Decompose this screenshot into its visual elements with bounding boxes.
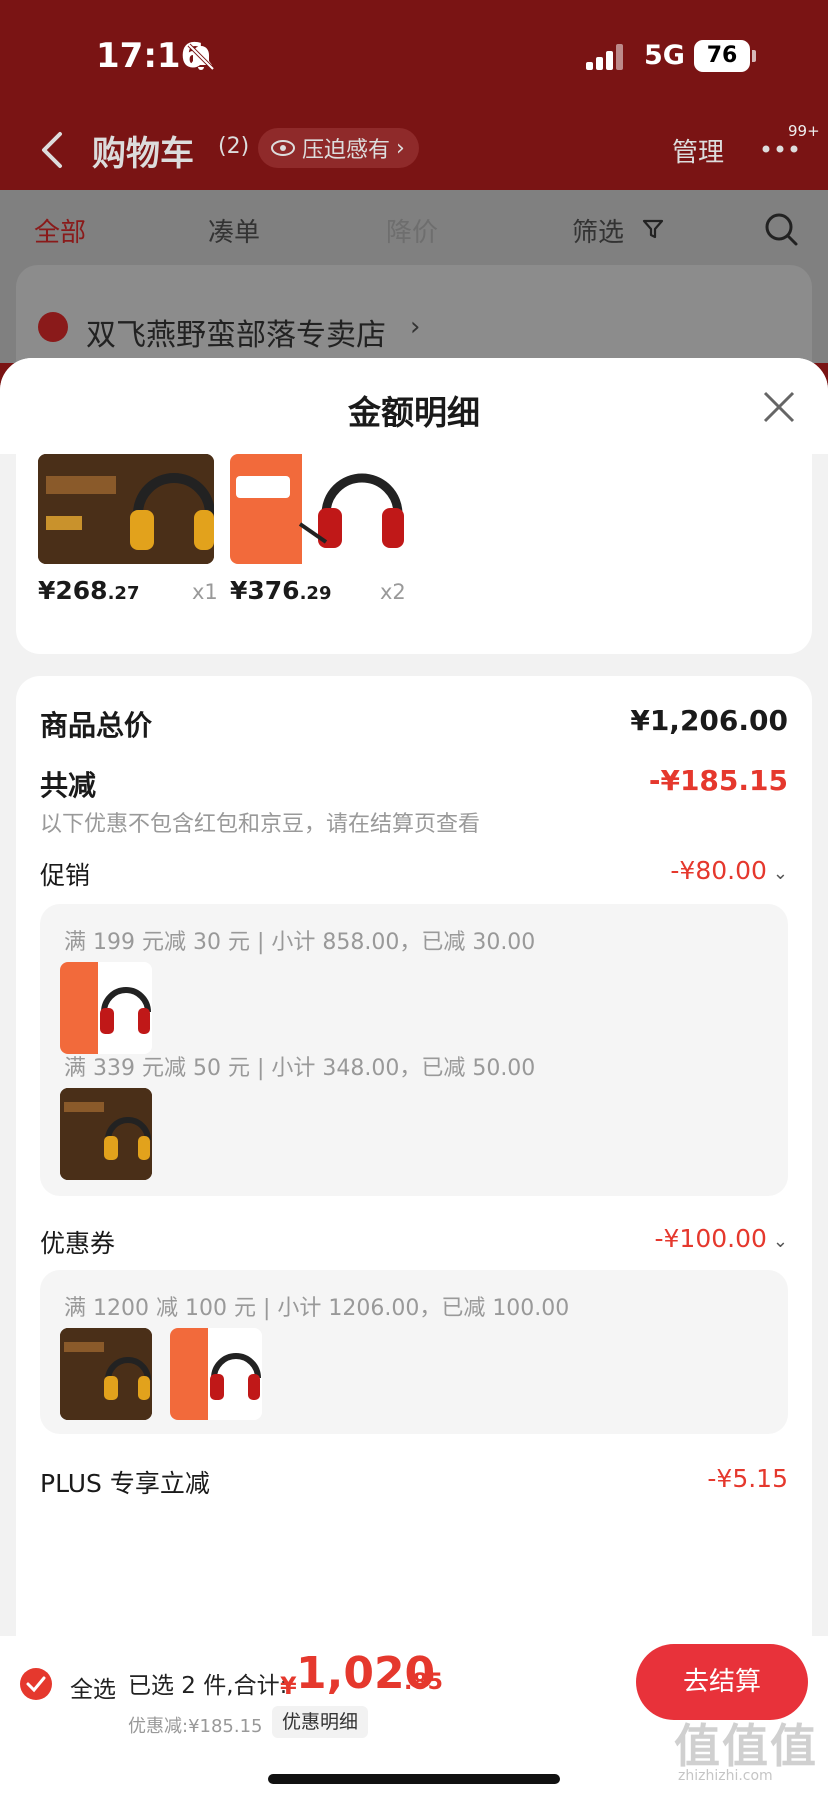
coupon-value: -¥100.00	[654, 1224, 767, 1253]
chevron-down-icon: ⌄	[772, 863, 788, 884]
pressure-toggle[interactable]: 压迫感有 ›	[258, 128, 419, 168]
cart-count: (2)	[218, 134, 250, 159]
sheet-header: 金额明细	[0, 358, 828, 454]
cart-header: 购物车 (2) 压迫感有 › 管理 99+	[0, 110, 828, 190]
select-all-check-icon[interactable]	[20, 1668, 52, 1700]
store-name[interactable]: 双飞燕野蛮部落专卖店	[86, 310, 386, 354]
promo-thumb-m595[interactable]	[60, 1088, 152, 1180]
amount-detail-card: 商品总价 ¥1,206.00 共减 -¥185.15 以下优惠不包含红包和京豆，…	[16, 676, 812, 1795]
item-price-int: ¥376	[230, 576, 300, 605]
tab-filter[interactable]: 筛选	[572, 212, 624, 249]
plus-value: -¥5.15	[707, 1464, 788, 1493]
goods-total-label: 商品总价	[40, 709, 153, 742]
items-strip: ¥268.27 x1 ¥376.29 x2	[16, 454, 812, 654]
checkout-button[interactable]: 去结算	[636, 1644, 808, 1720]
selected-summary: 已选 2 件,合计:	[128, 1673, 288, 1699]
tab-all[interactable]: 全部	[34, 212, 86, 249]
headset-image-icon	[60, 1328, 152, 1420]
watermark: 值值值	[674, 1719, 818, 1773]
watermark-sub: zhizhizhi.com	[678, 1768, 773, 1784]
discount-detail-button[interactable]: 优惠明细	[272, 1706, 369, 1738]
coupon-group-box: 满 1200 减 100 元 | 小计 1206.00，已减 100.00	[40, 1270, 788, 1434]
sheet-title: 金额明细	[348, 393, 480, 432]
headset-image-icon	[60, 1088, 152, 1180]
amount-detail-sheet: 金额明细 ¥268.27 x1 ¥376.29 x2 商品总价 ¥1,206.0…	[0, 358, 828, 1795]
promo-label: 促销	[40, 861, 91, 890]
discount-value: -¥185.15	[648, 764, 788, 797]
status-bar: 17:16 5G 76	[0, 0, 828, 110]
manage-button[interactable]: 管理	[672, 132, 724, 169]
chevron-down-icon: ⌄	[772, 1231, 788, 1252]
message-badge: 99+	[788, 122, 820, 140]
signal-icon	[586, 44, 626, 70]
pressure-label: 压迫感有	[302, 138, 391, 163]
headset-image-icon	[170, 1328, 261, 1420]
network-type: 5G	[644, 40, 685, 71]
battery-icon: 76	[694, 40, 750, 72]
item-qty: x1	[192, 580, 218, 604]
total-currency: ¥	[280, 1672, 297, 1700]
close-icon[interactable]	[762, 390, 796, 424]
coupon-thumb-red[interactable]	[170, 1328, 262, 1420]
coupon-thumb-m595[interactable]	[60, 1328, 152, 1420]
home-indicator	[268, 1774, 560, 1784]
filter-tabs: 全部 凑单 降价 筛选	[0, 190, 828, 268]
tab-bundle[interactable]: 凑单	[208, 212, 260, 249]
promo-toggle[interactable]: -¥80.00 ⌄	[670, 856, 788, 885]
eye-icon	[271, 140, 295, 156]
headset-image-icon	[60, 962, 151, 1054]
product-thumb-m595[interactable]	[38, 454, 214, 564]
item-price: ¥268.27	[38, 576, 139, 605]
item-price-dec: .27	[107, 583, 140, 604]
item-price-int: ¥268	[38, 576, 108, 605]
search-icon[interactable]	[762, 210, 800, 248]
item-qty: x2	[380, 580, 406, 604]
battery-cap	[752, 50, 756, 62]
more-icon[interactable]	[760, 144, 800, 154]
item-price: ¥376.29	[230, 576, 331, 605]
filter-icon[interactable]	[642, 218, 664, 240]
select-all-label[interactable]: 全选	[70, 1670, 116, 1704]
product-thumb-red[interactable]	[230, 454, 406, 564]
coupon-rule: 满 1200 减 100 元 | 小计 1206.00，已减 100.00	[64, 1296, 570, 1321]
goods-total-value: ¥1,206.00	[630, 704, 788, 737]
item-price-dec: .29	[299, 583, 332, 604]
promo-rule: 满 339 元减 50 元 | 小计 348.00，已减 50.00	[64, 1056, 536, 1081]
discount-note: 以下优惠不包含红包和京豆，请在结算页查看	[40, 812, 481, 837]
coupon-label: 优惠券	[40, 1229, 116, 1258]
total-decimal: .85	[404, 1670, 443, 1695]
discount-label: 共减	[40, 769, 97, 802]
promo-value: -¥80.00	[670, 856, 767, 885]
store-check-icon[interactable]	[38, 312, 68, 342]
tab-price-drop[interactable]: 降价	[386, 212, 438, 249]
saved-amount: 优惠减:¥185.15	[128, 1716, 263, 1737]
promo-thumb-red[interactable]	[60, 962, 152, 1054]
page-title: 购物车	[92, 134, 194, 174]
headset-image-icon	[230, 454, 404, 564]
bell-muted-icon	[187, 43, 215, 71]
back-icon[interactable]	[38, 130, 66, 170]
promo-group-box: 满 199 元减 30 元 | 小计 858.00，已减 30.00 满 339…	[40, 904, 788, 1196]
chevron-right-icon: ›	[410, 312, 421, 342]
headset-image-icon	[38, 454, 214, 564]
plus-label: PLUS 专享立减	[40, 1469, 210, 1498]
coupon-toggle[interactable]: -¥100.00 ⌄	[655, 1224, 789, 1253]
chevron-right-icon: ›	[396, 135, 405, 161]
promo-rule: 满 199 元减 30 元 | 小计 858.00，已减 30.00	[64, 930, 536, 955]
